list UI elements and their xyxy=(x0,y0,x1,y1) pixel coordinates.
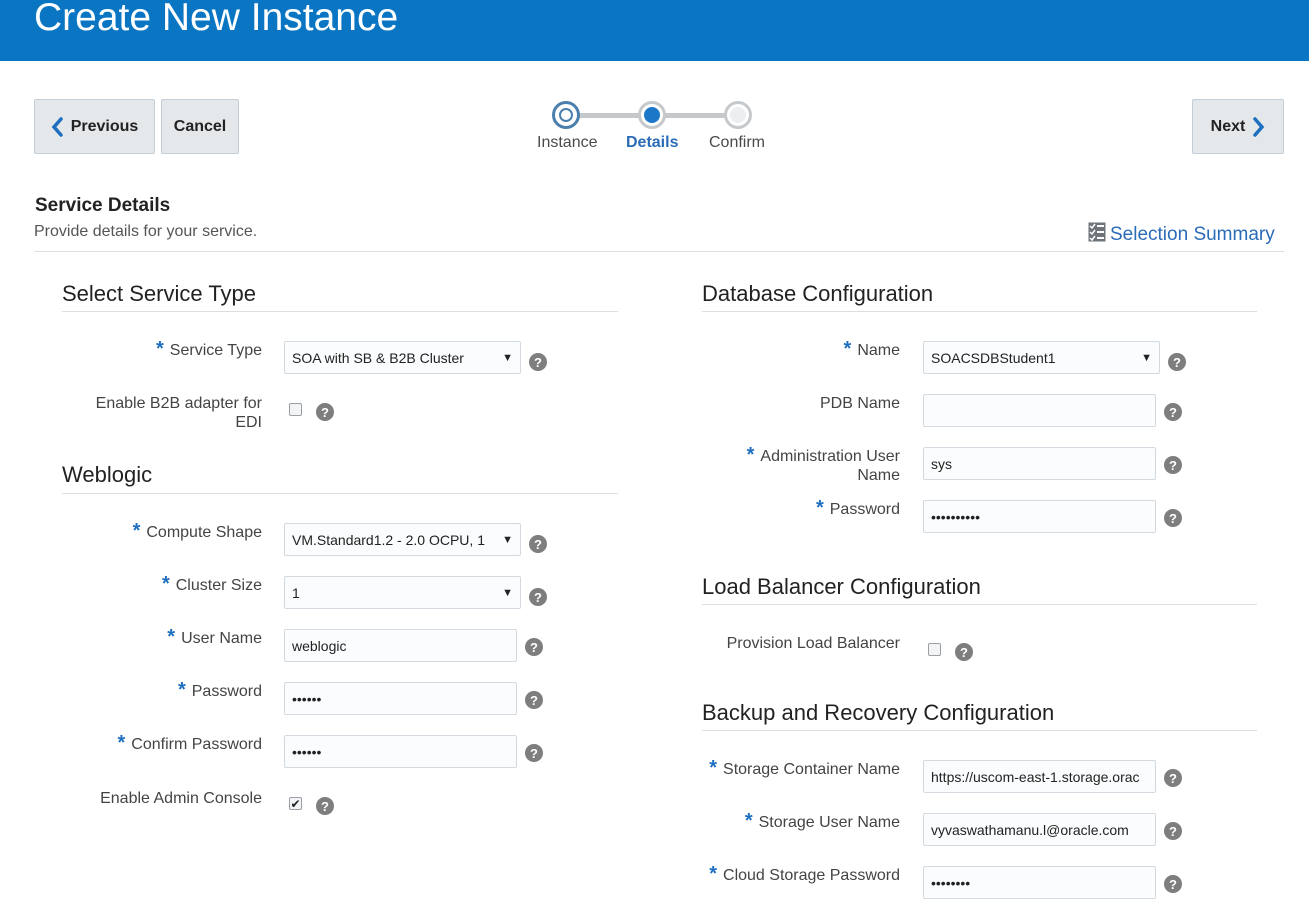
select-service-type-title: Select Service Type xyxy=(62,281,257,306)
pdb-name-label: PDB Name xyxy=(819,395,900,412)
b2b-adapter-label: Enable B2B adapter for EDI xyxy=(95,395,262,431)
user-name-label: * User Name xyxy=(167,626,262,648)
password-label: * Password xyxy=(177,679,262,701)
page-title: Create New Instance xyxy=(34,0,399,39)
divider xyxy=(702,604,1257,605)
db-password-label: * Password xyxy=(815,497,900,519)
admin-user-label: * Administration User Name xyxy=(746,444,900,484)
divider xyxy=(702,311,1257,312)
admin-user-input[interactable]: sys xyxy=(923,447,1156,480)
chevron-right-icon xyxy=(1253,116,1265,137)
cloud-storage-password-label: * Cloud Storage Password xyxy=(709,863,900,885)
checkmark-icon: ✔ xyxy=(290,796,301,811)
selection-summary-link[interactable]: Selection Summary xyxy=(1088,222,1275,248)
storage-container-input[interactable]: https://uscom-east-1.storage.orac xyxy=(923,760,1156,793)
load-balancer-title: Load Balancer Configuration xyxy=(702,574,981,599)
train-label-instance: Instance xyxy=(537,134,598,151)
provision-lb-label: Provision Load Balancer xyxy=(726,635,900,652)
chevron-left-icon xyxy=(51,116,63,137)
next-button[interactable]: Next xyxy=(1192,99,1284,154)
storage-container-label: * Storage Container Name xyxy=(709,757,900,779)
divider xyxy=(702,730,1257,731)
user-name-input[interactable]: weblogic xyxy=(284,629,517,662)
db-name-select[interactable]: SOACSDBStudent1 ▼ xyxy=(923,341,1160,374)
storage-user-label: * Storage User Name xyxy=(744,810,900,832)
page-header: Create New Instance xyxy=(0,0,1309,61)
cancel-label: Cancel xyxy=(173,117,227,135)
help-icon[interactable]: ? xyxy=(1164,875,1182,893)
help-icon[interactable]: ? xyxy=(529,588,547,606)
service-details-title: Service Details xyxy=(35,195,171,216)
provision-lb-checkbox[interactable] xyxy=(928,643,941,656)
cloud-storage-password-input[interactable]: •••••••• xyxy=(923,866,1156,899)
backup-config-title: Backup and Recovery Configuration xyxy=(702,700,1055,725)
help-icon[interactable]: ? xyxy=(525,744,543,762)
service-type-label: * Service Type xyxy=(156,338,262,360)
help-icon[interactable]: ? xyxy=(1164,403,1182,421)
cancel-button[interactable]: Cancel xyxy=(161,99,239,154)
weblogic-title: Weblogic xyxy=(62,462,153,487)
divider xyxy=(34,251,1284,252)
help-icon[interactable]: ? xyxy=(316,797,334,815)
help-icon[interactable]: ? xyxy=(525,691,543,709)
help-icon[interactable]: ? xyxy=(1164,509,1182,527)
service-details-subtitle: Provide details for your service. xyxy=(34,223,258,240)
divider xyxy=(62,493,618,494)
next-label: Next xyxy=(1210,117,1246,135)
password-input[interactable]: •••••• xyxy=(284,682,517,715)
help-icon[interactable]: ? xyxy=(1164,822,1182,840)
selection-summary-label: Selection Summary xyxy=(1110,224,1275,245)
train-stop-instance[interactable] xyxy=(552,101,580,129)
help-icon[interactable]: ? xyxy=(1164,456,1182,474)
train-stop-details[interactable] xyxy=(638,101,666,129)
previous-button[interactable]: Previous xyxy=(34,99,155,154)
help-icon[interactable]: ? xyxy=(529,535,547,553)
confirm-password-label: * Confirm Password xyxy=(117,732,263,754)
confirm-password-input[interactable]: •••••• xyxy=(284,735,517,768)
cluster-size-label: * Cluster Size xyxy=(161,573,262,595)
help-icon[interactable]: ? xyxy=(1168,353,1186,371)
divider xyxy=(62,311,618,312)
help-icon[interactable]: ? xyxy=(1164,769,1182,787)
help-icon[interactable]: ? xyxy=(529,353,547,371)
previous-label: Previous xyxy=(70,117,139,135)
help-icon[interactable]: ? xyxy=(955,643,973,661)
b2b-adapter-checkbox[interactable] xyxy=(289,403,302,416)
cluster-size-select[interactable]: 1 ▼ xyxy=(284,576,521,609)
pdb-name-input[interactable] xyxy=(923,394,1156,427)
checklist-icon xyxy=(1088,222,1106,248)
database-config-title: Database Configuration xyxy=(702,281,934,306)
admin-console-checkbox[interactable]: ✔ xyxy=(289,797,302,810)
train-label-confirm: Confirm xyxy=(709,134,766,151)
compute-shape-label: * Compute Shape xyxy=(132,520,262,542)
service-type-select[interactable]: SOA with SB & B2B Cluster ▼ xyxy=(284,341,521,374)
admin-console-label: Enable Admin Console xyxy=(100,790,262,807)
help-icon[interactable]: ? xyxy=(316,403,334,421)
db-password-input[interactable]: •••••••••• xyxy=(923,500,1156,533)
train-label-details: Details xyxy=(626,134,679,151)
db-name-label: * Name xyxy=(843,338,900,360)
help-icon[interactable]: ? xyxy=(525,638,543,656)
compute-shape-select[interactable]: VM.Standard1.2 - 2.0 OCPU, 1 ▼ xyxy=(284,523,521,556)
train-stop-confirm[interactable] xyxy=(724,101,752,129)
storage-user-input[interactable]: vyvaswathamanu.l@oracle.com xyxy=(923,813,1156,846)
